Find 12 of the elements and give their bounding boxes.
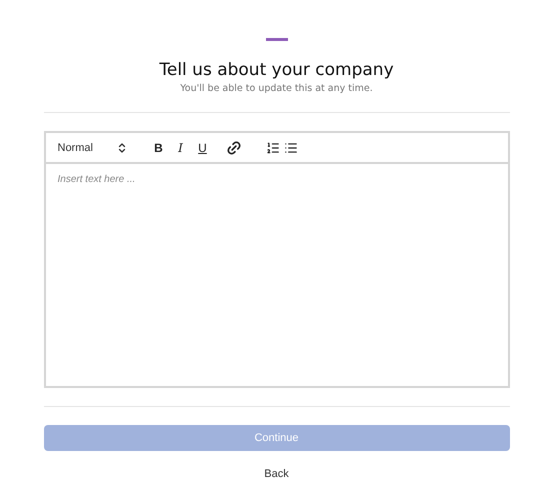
text-area[interactable]: Insert text here ... bbox=[44, 164, 510, 388]
format-button[interactable]: I bbox=[170, 138, 192, 157]
page-subtitle: You'll be able to update this at any time. bbox=[180, 82, 373, 96]
page-title: Tell us about your company bbox=[159, 59, 394, 82]
accent-bar bbox=[266, 38, 288, 41]
format-dropdown[interactable]: Normal bbox=[58, 140, 128, 156]
bullet-list-icon[interactable] bbox=[284, 140, 298, 155]
format-button[interactable]: B bbox=[148, 138, 170, 157]
format-button[interactable]: U bbox=[192, 138, 214, 157]
ordered-list-icon[interactable] bbox=[266, 140, 280, 155]
back-link[interactable]: Back bbox=[264, 466, 289, 483]
format-label: Normal bbox=[58, 140, 93, 156]
